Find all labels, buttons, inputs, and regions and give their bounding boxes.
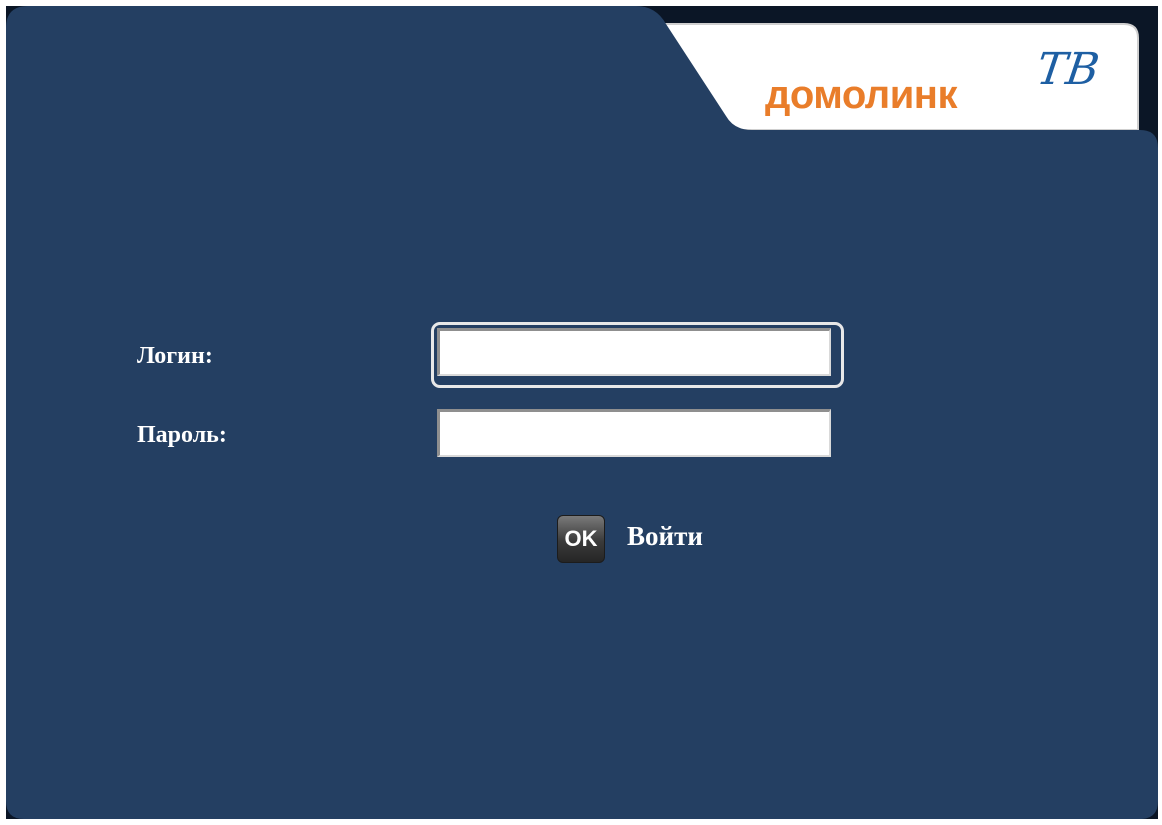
logo-tv-mark: ТВ [1033,44,1103,95]
ok-key-icon[interactable]: OK [557,515,605,563]
login-input[interactable] [437,328,831,376]
login-label: Логин: [137,343,213,369]
password-label: Пароль: [137,422,227,448]
password-input[interactable] [437,409,831,457]
login-submit-button[interactable]: Войти [627,523,703,550]
logo-wordmark: домолинк [765,73,957,117]
